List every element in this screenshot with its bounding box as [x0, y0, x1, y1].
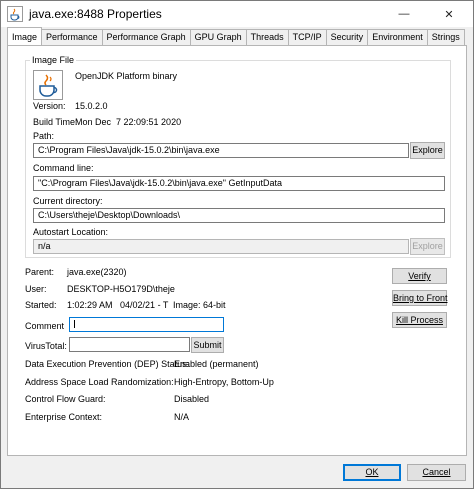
- enterprise-context-value: N/A: [174, 412, 190, 422]
- tab-image[interactable]: Image: [7, 27, 43, 45]
- java-cup-icon: [7, 6, 23, 22]
- tab-security[interactable]: Security: [326, 29, 369, 45]
- minimize-icon: —: [398, 8, 410, 20]
- started-label: Started:: [25, 300, 57, 310]
- version-label: Version:: [33, 101, 66, 111]
- cancel-label: Cancel: [422, 467, 451, 477]
- virustotal-label: VirusTotal:: [25, 341, 67, 351]
- java-cup-icon: [33, 70, 63, 100]
- ok-label: OK: [365, 467, 379, 477]
- explore-autostart-button[interactable]: Explore: [410, 238, 445, 255]
- parent-label: Parent:: [25, 267, 55, 277]
- image-description: OpenJDK Platform binary: [75, 71, 178, 81]
- close-button[interactable]: ✕: [427, 1, 471, 27]
- image-type-value: Image: 64-bit: [173, 300, 226, 310]
- kill-process-button[interactable]: Kill Process: [392, 312, 447, 328]
- tab-performance-graph[interactable]: Performance Graph: [102, 29, 191, 45]
- submit-button[interactable]: Submit: [191, 337, 224, 353]
- started-value: 1:02:29 AM 04/02/21 - T: [67, 300, 169, 310]
- user-label: User:: [25, 284, 47, 294]
- aslr-value: High-Entropy, Bottom-Up: [174, 377, 274, 387]
- submit-label: Submit: [193, 340, 222, 350]
- window-title: java.exe:8488 Properties: [29, 7, 162, 21]
- cancel-button[interactable]: Cancel: [407, 464, 466, 481]
- user-value: DESKTOP-H5O179D\theje: [67, 284, 175, 294]
- dep-value: Enabled (permanent): [174, 359, 259, 369]
- cfg-label: Control Flow Guard:: [25, 394, 106, 404]
- close-icon: ✕: [444, 8, 454, 21]
- tab-environment[interactable]: Environment: [368, 29, 428, 45]
- tab-tcp-ip[interactable]: TCP/IP: [288, 29, 327, 45]
- version-value: 15.0.2.0: [75, 101, 108, 111]
- tab-gpu-graph[interactable]: GPU Graph: [190, 29, 247, 45]
- title-bar[interactable]: java.exe:8488 Properties — ✕: [1, 1, 473, 27]
- enterprise-context-label: Enterprise Context:: [25, 412, 103, 422]
- verify-label: Verify: [408, 271, 431, 281]
- tab-performance[interactable]: Performance: [42, 29, 103, 45]
- comment-label: Comment: [25, 321, 65, 331]
- autostart-label: Autostart Location:: [33, 227, 109, 237]
- verify-button[interactable]: Verify: [392, 268, 447, 284]
- command-line-field[interactable]: "C:\Program Files\Java\jdk-15.0.2\bin\ja…: [33, 176, 445, 191]
- comment-input[interactable]: [69, 317, 224, 332]
- current-directory-label: Current directory:: [33, 196, 103, 206]
- bring-to-front-label: Bring to Front: [393, 293, 448, 303]
- aslr-label: Address Space Load Randomization:: [25, 377, 174, 387]
- tab-strings[interactable]: Strings: [427, 29, 465, 45]
- properties-window: java.exe:8488 Properties — ✕ Image Perfo…: [0, 0, 474, 489]
- virustotal-field[interactable]: [69, 337, 190, 352]
- build-time-label: Build Time:: [33, 117, 78, 127]
- explore-button[interactable]: Explore: [410, 142, 445, 159]
- dep-label: Data Execution Prevention (DEP) Status:: [25, 359, 190, 369]
- explore-autostart-label: Explore: [412, 241, 443, 251]
- parent-value: java.exe(2320): [67, 267, 127, 277]
- minimize-button[interactable]: —: [382, 1, 426, 27]
- explore-label: Explore: [412, 145, 443, 155]
- tab-strip: Image Performance Performance Graph GPU …: [7, 27, 465, 45]
- text-caret: [74, 320, 75, 328]
- cfg-value: Disabled: [174, 394, 210, 404]
- image-tab-panel: Image File OpenJDK Platform binary Versi…: [7, 45, 467, 456]
- build-time-value: Mon Dec 7 22:09:51 2020: [75, 117, 182, 127]
- bring-to-front-button[interactable]: Bring to Front: [392, 290, 448, 306]
- kill-process-label: Kill Process: [395, 315, 443, 325]
- path-field[interactable]: C:\Program Files\Java\jdk-15.0.2\bin\jav…: [33, 143, 409, 158]
- current-directory-field[interactable]: C:\Users\theje\Desktop\Downloads\: [33, 208, 445, 223]
- path-label: Path:: [33, 131, 55, 141]
- tab-threads[interactable]: Threads: [246, 29, 289, 45]
- autostart-field[interactable]: n/a: [33, 239, 409, 254]
- command-line-label: Command line:: [33, 163, 94, 173]
- image-file-legend: Image File: [30, 55, 77, 65]
- ok-button[interactable]: OK: [343, 464, 401, 481]
